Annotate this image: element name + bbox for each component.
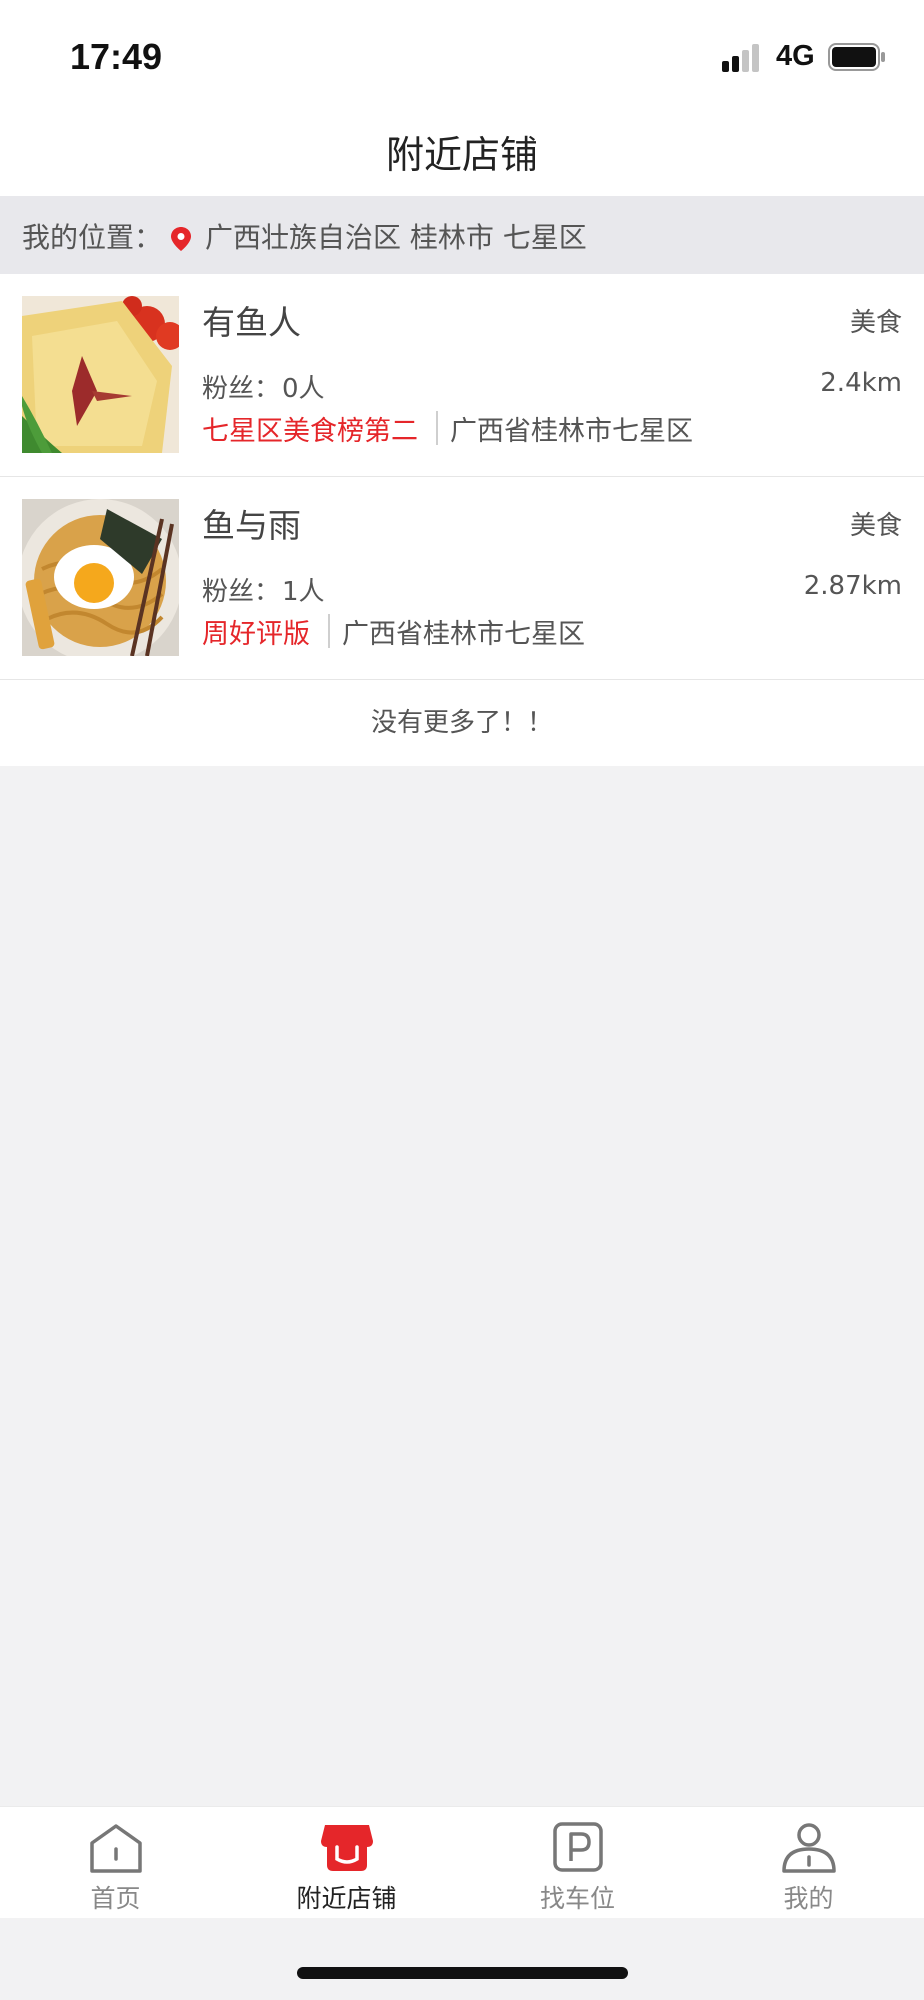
status-time: 17:49 [70,36,163,77]
tab-label: 首页 [90,1884,141,1913]
parking-icon [553,1822,603,1872]
tab-label: 我的 [783,1884,834,1913]
home-indicator-area [0,1918,924,2000]
shop-meta-row: 七星区美食榜第二 广西省桂林市七星区 [202,410,693,447]
shop-address: 广西省桂林市七星区 [450,415,693,447]
shop-distance: 2.87km [803,571,902,601]
list-end-message: 没有更多了！！ [0,680,924,766]
shop-item[interactable]: 有鱼人 美食 粉丝： 0人 2.4km 七星区美食榜第二 广西省桂林市七星区 [0,274,924,477]
location-label: 我的位置： [22,221,163,254]
fans-label: 粉丝： [202,374,281,404]
shop-category: 美食 [849,308,902,338]
tab-find-parking[interactable]: 找车位 [462,1807,693,1919]
shop-image [22,296,179,453]
shop-image [22,499,179,656]
home-indicator[interactable] [297,1967,628,1979]
network-type: 4G [776,40,815,72]
shop-list: 有鱼人 美食 粉丝： 0人 2.4km 七星区美食榜第二 广西省桂林市七星区 鱼… [0,274,924,766]
tab-home[interactable]: 首页 [0,1807,231,1919]
location-bar: 我的位置： 广西壮族自治区 桂林市 七星区 [0,196,924,274]
signal-icon [722,42,766,72]
fans-label: 粉丝： [202,577,281,607]
page-title: 附近店铺 [385,133,538,177]
tab-bar: 首页 附近店铺 找车位 我的 [0,1806,924,1918]
shop-category: 美食 [849,511,902,541]
nav-bar: 附近店铺 [0,108,924,196]
divider [436,411,438,445]
location-value[interactable]: 广西壮族自治区 桂林市 七星区 [205,216,587,256]
fans-count: 0人 [282,374,325,404]
shop-meta-row: 周好评版 广西省桂林市七星区 [202,613,585,650]
shop-distance: 2.4km [820,368,902,398]
shop-item[interactable]: 鱼与雨 美食 粉丝： 1人 2.87km 周好评版 广西省桂林市七星区 [0,477,924,680]
home-icon [90,1824,142,1873]
shop-name: 鱼与雨 [202,506,301,545]
shop-address: 广西省桂林市七星区 [342,618,585,650]
shop-name: 有鱼人 [202,303,301,342]
store-icon [321,1825,373,1871]
divider [328,614,330,648]
battery-icon [828,43,885,71]
status-bar: 17:49 4G [0,0,924,108]
tab-mine[interactable]: 我的 [693,1807,924,1919]
location-pin-icon [171,227,191,251]
shop-tag: 周好评版 [202,618,310,650]
shop-tag: 七星区美食榜第二 [202,415,418,447]
tab-nearby-stores[interactable]: 附近店铺 [231,1807,462,1919]
user-icon [782,1823,836,1873]
tab-label: 找车位 [539,1884,615,1913]
tab-label: 附近店铺 [296,1884,397,1913]
fans-count: 1人 [282,577,325,607]
